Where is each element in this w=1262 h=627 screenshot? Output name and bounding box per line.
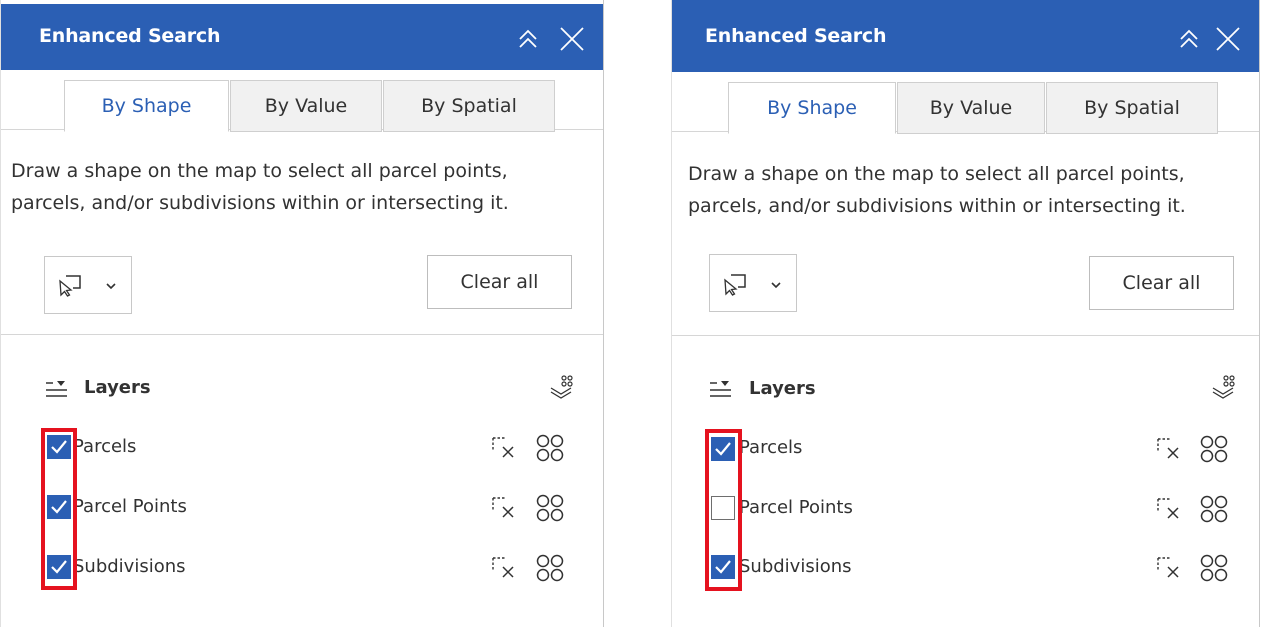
select-all-icon[interactable] xyxy=(534,492,566,524)
clear-selection-icon[interactable] xyxy=(1156,436,1182,462)
layer-label: Parcel Points xyxy=(73,496,187,517)
panel-header: Enhanced Search xyxy=(672,0,1259,72)
close-icon[interactable] xyxy=(557,24,587,54)
highlight-box xyxy=(41,428,77,590)
clear-all-button[interactable]: Clear all xyxy=(1089,256,1234,310)
tab-bar: By Shape By Value By Spatial xyxy=(672,72,1259,134)
clear-selection-icon[interactable] xyxy=(1156,496,1182,522)
tab-by-value[interactable]: By Value xyxy=(230,80,382,132)
shape-tool-dropdown[interactable] xyxy=(44,256,132,314)
chevron-down-icon xyxy=(106,283,116,290)
clear-selection-icon[interactable] xyxy=(1156,555,1182,581)
select-layers-icon[interactable] xyxy=(548,375,576,401)
layer-label: Subdivisions xyxy=(739,556,852,577)
select-all-icon[interactable] xyxy=(1198,493,1230,525)
layer-label: Parcels xyxy=(739,437,803,458)
clear-selection-icon[interactable] xyxy=(491,555,517,581)
divider xyxy=(1,334,603,335)
tab-bar: By Shape By Value By Spatial xyxy=(1,70,603,132)
panel-title: Enhanced Search xyxy=(39,25,221,47)
select-shape-icon xyxy=(59,275,81,297)
panel-title: Enhanced Search xyxy=(705,25,887,47)
clear-selection-icon[interactable] xyxy=(491,435,517,461)
enhanced-search-panel-left: Enhanced Search By Shape By Value By Spa… xyxy=(0,0,604,627)
tab-by-shape[interactable]: By Shape xyxy=(728,82,896,134)
clear-all-button[interactable]: Clear all xyxy=(427,255,572,309)
divider xyxy=(672,335,1259,336)
close-icon[interactable] xyxy=(1213,24,1243,54)
select-shape-icon xyxy=(724,274,746,296)
select-layers-icon[interactable] xyxy=(1210,375,1238,401)
select-all-icon[interactable] xyxy=(534,552,566,584)
layers-list-icon xyxy=(710,381,731,397)
chevron-down-icon xyxy=(771,282,781,289)
layers-title: Layers xyxy=(84,377,151,398)
shape-tool-dropdown[interactable] xyxy=(709,254,797,312)
chevrons-up-icon[interactable] xyxy=(513,24,543,54)
tab-by-value[interactable]: By Value xyxy=(897,82,1045,134)
description: Draw a shape on the map to select all pa… xyxy=(11,160,509,214)
layers-title: Layers xyxy=(749,378,816,399)
tab-by-spatial[interactable]: By Spatial xyxy=(1046,82,1218,134)
description: Draw a shape on the map to select all pa… xyxy=(688,163,1186,217)
enhanced-search-panel-right: Enhanced Search By Shape By Value By Spa… xyxy=(671,0,1260,627)
layer-label: Parcel Points xyxy=(739,497,853,518)
select-all-icon[interactable] xyxy=(534,432,566,464)
tab-by-spatial[interactable]: By Spatial xyxy=(383,80,555,132)
highlight-box xyxy=(705,429,742,591)
clear-selection-icon[interactable] xyxy=(491,495,517,521)
chevrons-up-icon[interactable] xyxy=(1174,24,1204,54)
panel-header: Enhanced Search xyxy=(1,4,603,70)
layer-label: Parcels xyxy=(73,436,137,457)
tab-by-shape[interactable]: By Shape xyxy=(64,80,229,132)
select-all-icon[interactable] xyxy=(1198,552,1230,584)
select-all-icon[interactable] xyxy=(1198,433,1230,465)
layers-list-icon xyxy=(46,381,67,397)
layer-label: Subdivisions xyxy=(73,556,186,577)
